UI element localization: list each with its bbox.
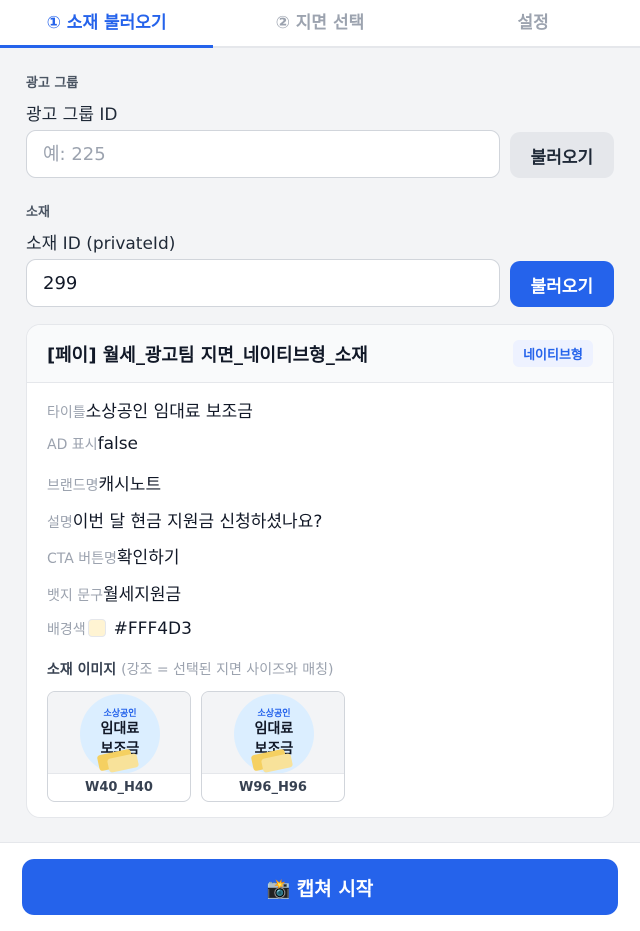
tab-select-placement[interactable]: ② 지면 선택 [213, 0, 426, 46]
creative-card-title: [페이] 월세_광고팀 지면_네이티브형_소재 [47, 344, 368, 366]
creative-load-button[interactable]: 불러오기 [510, 261, 614, 307]
image-thumbnails: 소상공인 임대료 보조금 W40_H40 소상공인 임대료 보조금 W96_H9… [47, 690, 593, 802]
thumbnail-image: 소상공인 임대료 보조금 [48, 691, 190, 774]
field-row-bg-color: 배경색 #FFF4D3 [47, 616, 593, 653]
field-value: 캐시노트 [98, 475, 162, 495]
bg-color-value: #FFF4D3 [113, 619, 192, 639]
thumbnail-size-label: W96_H96 [239, 780, 307, 795]
creative-card-header: [페이] 월세_광고팀 지면_네이티브형_소재 네이티브형 [27, 325, 613, 383]
field-key: 뱃지 문구 [47, 587, 103, 604]
field-key: 설명 [47, 514, 73, 531]
color-swatch [87, 619, 106, 637]
creative-id-input[interactable] [26, 259, 500, 307]
main-panel: 광고 그룹 광고 그룹 ID 불러오기 소재 소재 ID (privateId)… [0, 50, 640, 842]
thumb-big-text: 임대료 [100, 720, 140, 737]
thumb-small-text: 소상공인 [257, 708, 291, 719]
tab-load-creative[interactable]: ① 소재 불러오기 [0, 0, 214, 48]
field-value: 소상공인 임대료 보조금 [85, 402, 253, 422]
field-key: 브랜드명 [47, 478, 99, 494]
tab-bar: ① 소재 불러오기 ② 지면 선택 설정 [0, 0, 640, 48]
image-thumbnail[interactable]: 소상공인 임대료 보조금 W96_H96 [201, 690, 345, 802]
ad-group-id-label: 광고 그룹 ID [26, 105, 118, 125]
image-thumbnail[interactable]: 소상공인 임대료 보조금 W40_H40 [47, 690, 191, 802]
creative-type-badge: 네이티브형 [513, 340, 593, 367]
field-value: 월세지원금 [102, 584, 182, 605]
ad-group-section-title: 광고 그룹 [26, 76, 79, 91]
field-row-title: 타이틀 소상공인 임대료 보조금 [47, 397, 593, 434]
thumb-big-text: 임대료 [254, 720, 294, 737]
field-value: 확인하기 [116, 548, 180, 568]
images-title: 소재 이미지 [47, 661, 117, 678]
ad-group-id-input[interactable] [26, 130, 500, 178]
ad-group-load-button[interactable]: 불러오기 [510, 132, 614, 178]
field-value: 이번 달 현금 지원금 신청하셨나요? [72, 511, 323, 532]
creative-id-label: 소재 ID (privateId) [26, 234, 176, 254]
creative-section-title: 소재 [26, 205, 50, 220]
field-value: false [97, 433, 139, 454]
field-key: 타이틀 [47, 405, 86, 421]
tab-settings[interactable]: 설정 [427, 0, 640, 46]
creative-card: [페이] 월세_광고팀 지면_네이티브형_소재 네이티브형 타이틀 소상공인 임… [26, 324, 614, 818]
field-key: CTA 버튼명 [47, 551, 117, 567]
footer-bar: 📸 캡쳐 시작 [0, 842, 640, 931]
field-row-brand: 브랜드명 캐시노트 [47, 470, 593, 507]
thumbnail-size-label: W40_H40 [85, 780, 153, 795]
field-key: AD 표시 [47, 436, 98, 453]
creative-card-body: 타이틀 소상공인 임대료 보조금 AD 표시 false 브랜드명 캐시노트 설… [27, 383, 613, 802]
field-row-ad-display: AD 표시 false [47, 434, 593, 471]
thumb-small-text: 소상공인 [103, 708, 137, 719]
field-key: 배경색 [47, 622, 86, 638]
capture-start-button[interactable]: 📸 캡쳐 시작 [22, 859, 618, 915]
field-row-description: 설명 이번 달 현금 지원금 신청하셨나요? [47, 507, 593, 544]
thumbnail-image: 소상공인 임대료 보조금 [202, 691, 344, 774]
images-note: (강조 = 선택된 지면 사이즈와 매칭) [121, 661, 334, 678]
field-row-badge-text: 뱃지 문구 월세지원금 [47, 580, 593, 617]
field-row-cta: CTA 버튼명 확인하기 [47, 543, 593, 580]
images-heading: 소재 이미지 (강조 = 선택된 지면 사이즈와 매칭) [47, 659, 593, 679]
